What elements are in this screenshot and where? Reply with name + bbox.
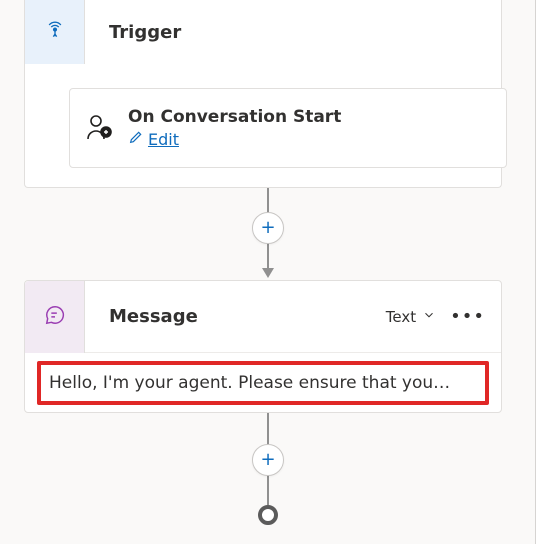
- trigger-header: Trigger: [25, 0, 501, 64]
- trigger-title: Trigger: [85, 22, 181, 43]
- pencil-icon: [128, 129, 144, 149]
- add-node-button[interactable]: +: [252, 444, 284, 476]
- trigger-icon-container: [25, 0, 85, 64]
- message-title: Message: [85, 306, 386, 327]
- trigger-node[interactable]: Trigger On Conversation Start: [24, 0, 502, 188]
- message-header: Message Text •••: [25, 281, 501, 353]
- edit-trigger-link[interactable]: Edit: [128, 129, 341, 149]
- message-node[interactable]: Message Text ••• Hello, I'm your agent. …: [24, 280, 502, 413]
- plus-icon: +: [260, 219, 275, 237]
- flow-end-terminal: [258, 505, 278, 525]
- message-more-button[interactable]: •••: [446, 306, 489, 327]
- message-output-type-label: Text: [386, 308, 416, 326]
- antenna-icon: [45, 20, 65, 44]
- trigger-event-title: On Conversation Start: [128, 107, 341, 127]
- user-bubble-icon: [78, 107, 120, 149]
- arrow-down-icon: [262, 268, 274, 278]
- chevron-down-icon: [422, 308, 436, 326]
- flow-canvas[interactable]: Trigger On Conversation Start: [0, 0, 536, 544]
- message-output-type-selector[interactable]: Text: [386, 308, 436, 326]
- add-node-button[interactable]: +: [252, 212, 284, 244]
- ellipsis-icon: •••: [450, 306, 485, 327]
- edit-trigger-label[interactable]: Edit: [148, 130, 179, 149]
- plus-icon: +: [260, 451, 275, 469]
- message-text-body[interactable]: Hello, I'm your agent. Please ensure tha…: [37, 361, 489, 405]
- message-icon-container: [25, 281, 85, 353]
- chat-bubble-icon: [44, 304, 66, 330]
- trigger-event-card[interactable]: On Conversation Start Edit: [69, 88, 507, 168]
